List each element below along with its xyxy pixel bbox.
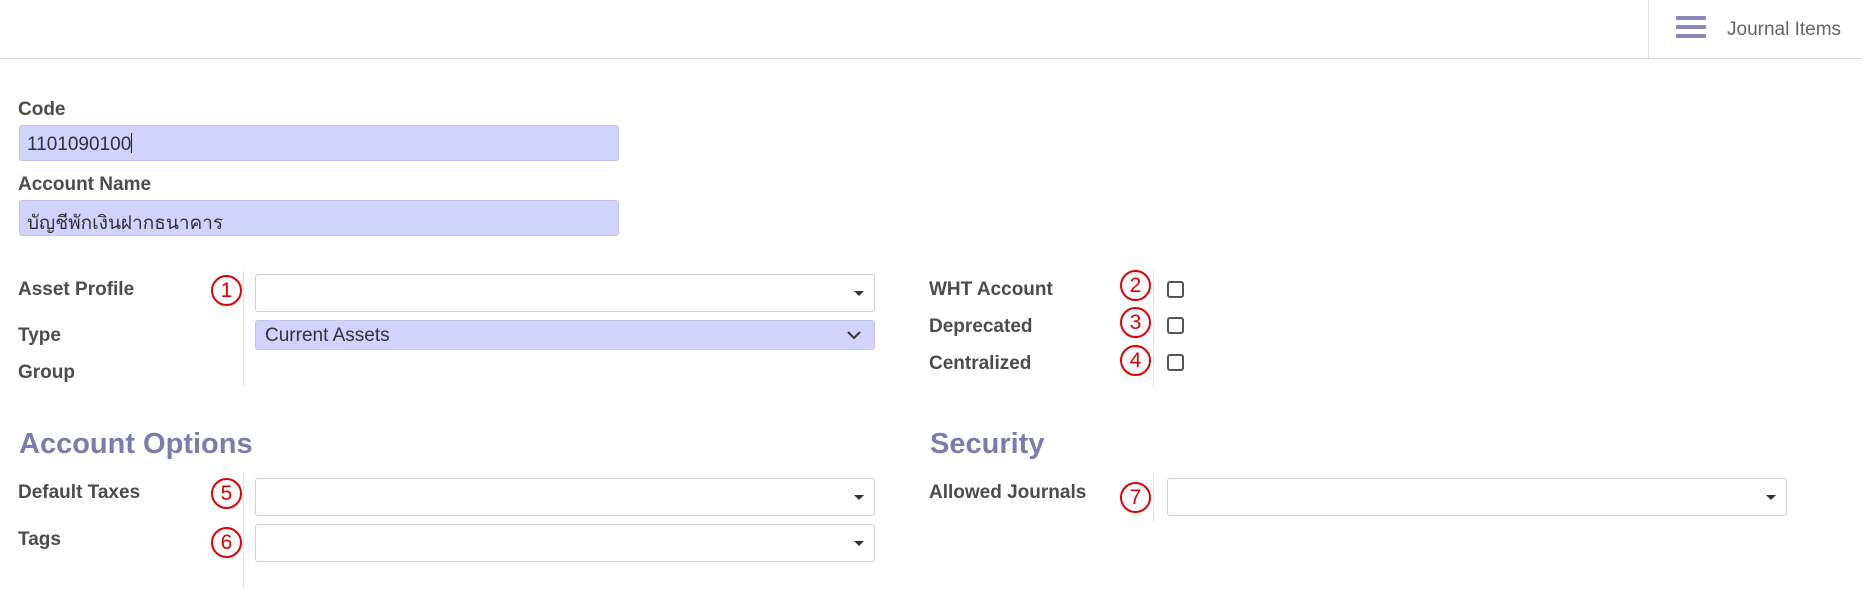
- type-label: Type: [18, 325, 61, 346]
- annotation-marker-5: 5: [211, 478, 242, 509]
- field-divider: [1153, 270, 1154, 387]
- code-input[interactable]: 1101090100: [19, 125, 619, 161]
- deprecated-label: Deprecated: [929, 316, 1033, 337]
- control-panel: Journal Items: [0, 0, 1862, 59]
- security-heading: Security: [930, 428, 1045, 460]
- account-name-label: Account Name: [18, 174, 152, 195]
- hamburger-menu-icon: [1676, 16, 1706, 43]
- account-options-heading: Account Options: [19, 428, 253, 460]
- asset-profile-select[interactable]: [255, 274, 875, 312]
- wht-account-checkbox[interactable]: [1167, 281, 1184, 298]
- default-taxes-select[interactable]: [255, 478, 875, 516]
- centralized-checkbox[interactable]: [1167, 354, 1184, 371]
- code-label: Code: [18, 99, 66, 120]
- type-select[interactable]: Current Assets: [255, 320, 875, 350]
- dropdown-caret-icon: [854, 541, 864, 546]
- annotation-marker-2: 2: [1120, 270, 1151, 301]
- group-label: Group: [18, 362, 75, 383]
- annotation-marker-4: 4: [1120, 345, 1151, 376]
- annotation-marker-1: 1: [211, 275, 242, 306]
- field-divider: [1153, 474, 1154, 522]
- dropdown-caret-icon: [1766, 495, 1776, 500]
- account-name-input[interactable]: บัญชีพักเงินฝากธนาคาร: [19, 200, 619, 236]
- deprecated-checkbox[interactable]: [1167, 317, 1184, 334]
- text-cursor: [131, 133, 133, 153]
- journal-items-button[interactable]: Journal Items: [1648, 0, 1862, 58]
- default-taxes-label: Default Taxes: [18, 482, 141, 503]
- account-name-value: บัญชีพักเงินฝากธนาคาร: [27, 213, 224, 234]
- wht-account-label: WHT Account: [929, 279, 1053, 300]
- journal-items-label: Journal Items: [1727, 19, 1842, 40]
- annotation-marker-7: 7: [1120, 482, 1151, 513]
- type-value: Current Assets: [265, 325, 390, 346]
- asset-profile-label: Asset Profile: [18, 279, 135, 300]
- allowed-journals-select[interactable]: [1167, 478, 1787, 516]
- allowed-journals-label: Allowed Journals: [929, 482, 1087, 503]
- centralized-label: Centralized: [929, 353, 1032, 374]
- chevron-down-icon: [847, 331, 861, 340]
- tags-label: Tags: [18, 529, 61, 550]
- tags-select[interactable]: [255, 524, 875, 562]
- annotation-marker-6: 6: [211, 527, 242, 558]
- field-divider: [243, 474, 244, 589]
- annotation-marker-3: 3: [1120, 307, 1151, 338]
- dropdown-caret-icon: [854, 495, 864, 500]
- code-value: 1101090100: [27, 134, 132, 155]
- dropdown-caret-icon: [854, 291, 864, 296]
- field-divider: [243, 270, 244, 387]
